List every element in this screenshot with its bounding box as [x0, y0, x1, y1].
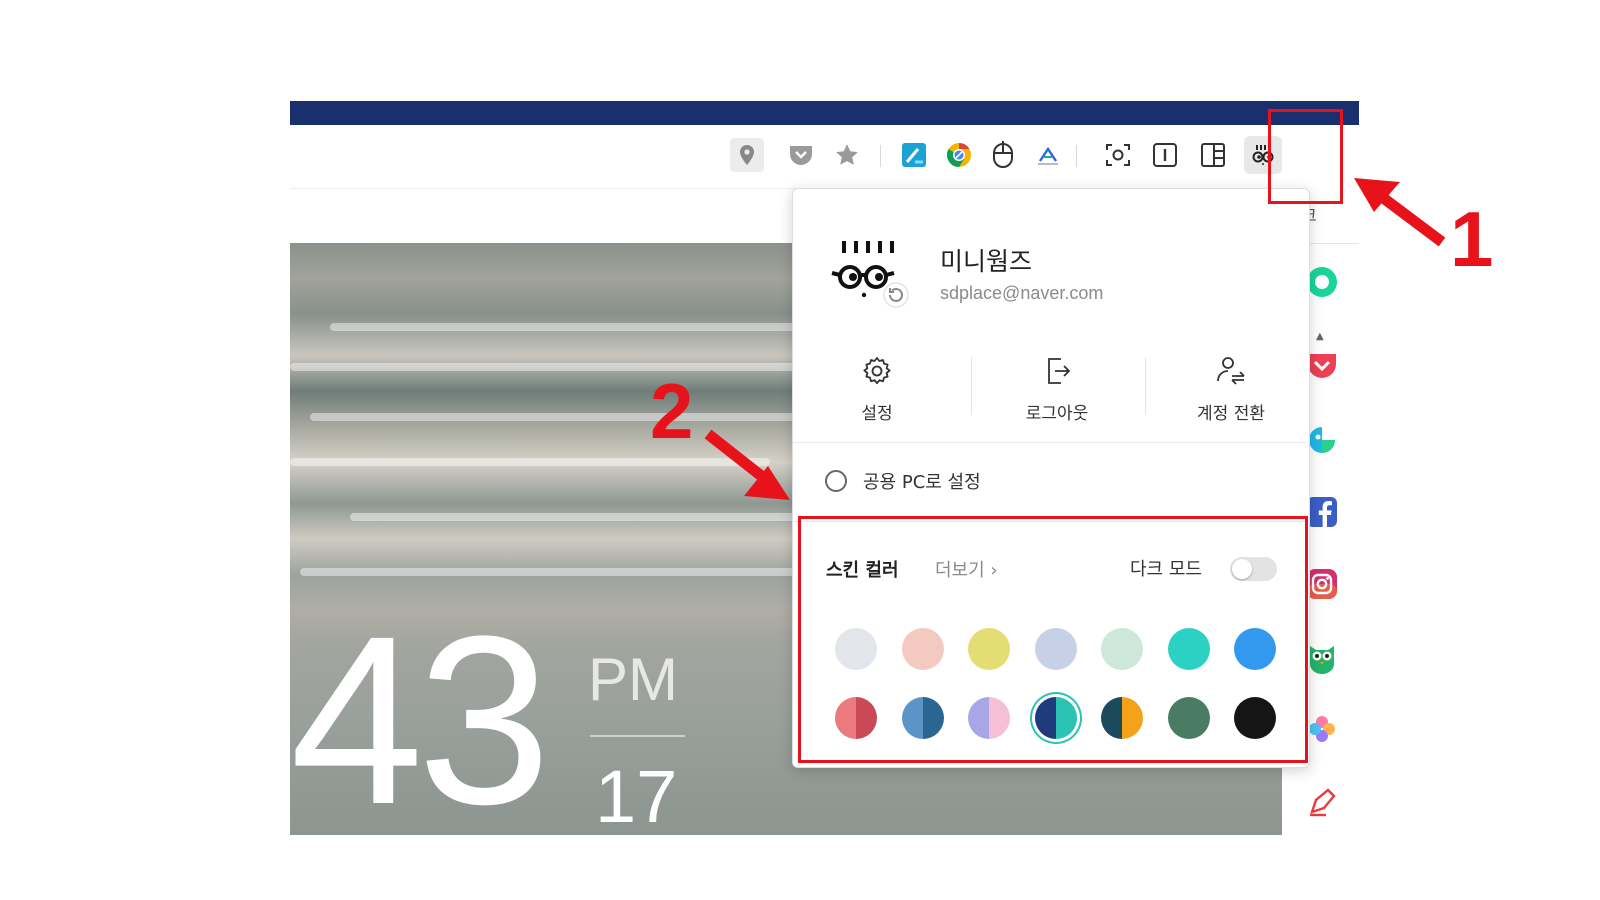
facebook-icon[interactable] [1305, 495, 1339, 529]
browser-toolbar [290, 125, 1359, 189]
logout-label: 로그아웃 [1025, 404, 1089, 424]
annotation-number-1: 1 [1450, 195, 1494, 283]
logout-button[interactable]: 로그아웃 [982, 355, 1132, 424]
instagram-icon[interactable] [1305, 567, 1339, 601]
papago-icon[interactable] [897, 138, 931, 172]
owl-icon[interactable] [1305, 640, 1339, 674]
pocket-icon[interactable] [784, 138, 818, 172]
translate-icon[interactable] [1031, 138, 1065, 172]
annotation-number-2: 2 [650, 367, 694, 455]
clock-divider [590, 735, 685, 737]
screen-capture-icon[interactable] [1101, 138, 1135, 172]
account-switch-icon [1156, 355, 1306, 391]
settings-label: 설정 [861, 404, 893, 424]
logout-icon [982, 355, 1132, 391]
account-switch-label: 계정 전환 [1197, 404, 1265, 424]
pen-icon[interactable] [1305, 785, 1339, 819]
split-view-icon[interactable] [1196, 138, 1230, 172]
wave-foam [290, 458, 770, 466]
clock-ampm: PM [588, 646, 678, 713]
annotation-box-2 [798, 516, 1308, 763]
wave-foam [290, 363, 810, 371]
gear-icon [802, 355, 952, 391]
chrome-like-icon[interactable] [942, 138, 976, 172]
bookmark-star-icon[interactable] [830, 138, 864, 172]
reader-mode-icon[interactable] [1148, 138, 1182, 172]
clover-icon[interactable] [1305, 712, 1339, 746]
green-circle-icon[interactable] [1305, 265, 1339, 299]
location-pin-icon[interactable] [730, 138, 764, 172]
account-switch-button[interactable]: 계정 전환 [1156, 355, 1306, 424]
profile-email: sdplace@naver.com [940, 283, 1104, 303]
toolbar-divider [880, 145, 881, 167]
annotation-box-1 [1268, 109, 1343, 204]
settings-button[interactable]: 설정 [802, 355, 952, 424]
public-pc-label[interactable]: 공용 PC로 설정 [863, 468, 981, 494]
action-divider [971, 357, 972, 415]
scroll-up-icon[interactable]: ▲ [1316, 331, 1324, 342]
wave-foam [310, 413, 870, 421]
action-divider [1145, 357, 1146, 415]
papago-icon[interactable] [1305, 423, 1339, 457]
public-pc-radio[interactable] [825, 470, 847, 492]
wave-foam [300, 568, 800, 576]
annotation-arrow-1 [1354, 178, 1446, 247]
minikeyboard-glasses-avatar-icon[interactable] [830, 235, 910, 311]
divider [793, 442, 1307, 443]
clock-minutes: 43 [290, 586, 551, 854]
pocket-icon[interactable] [1305, 349, 1339, 383]
clock-seconds: 17 [595, 755, 678, 838]
mouse-gesture-icon[interactable] [986, 138, 1020, 172]
toolbar-divider [1076, 145, 1077, 167]
browser-top-bar [290, 101, 1359, 125]
profile-name: 미니웜즈 [940, 247, 1033, 276]
annotation-arrow-2 [704, 429, 790, 500]
